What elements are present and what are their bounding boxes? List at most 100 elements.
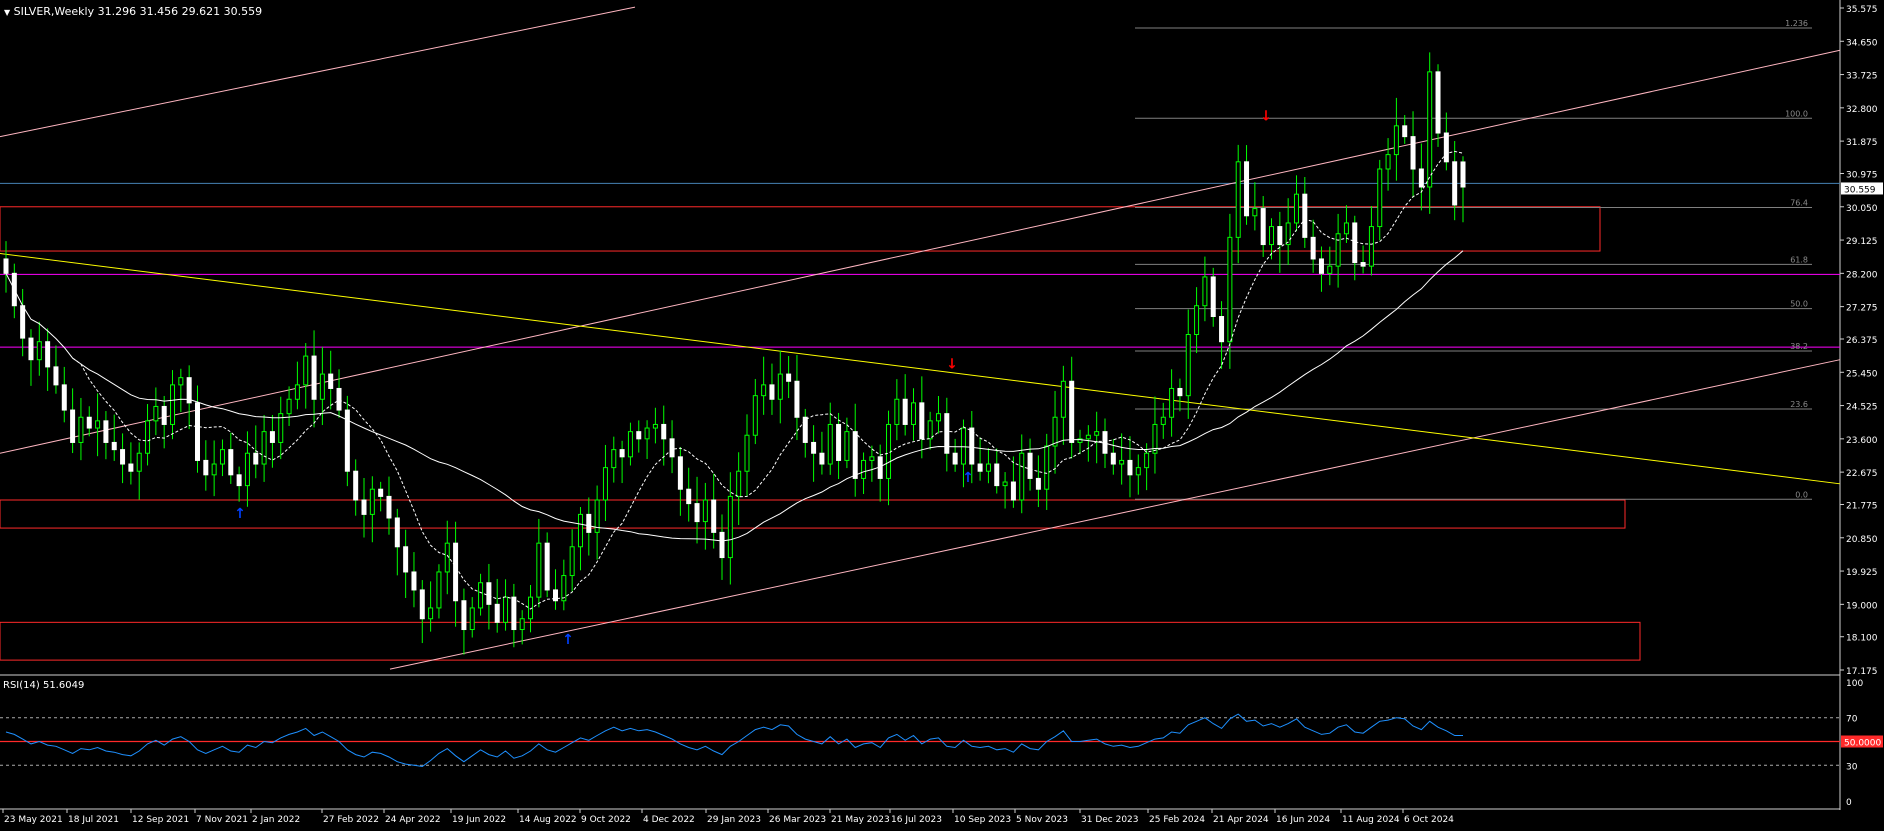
candle-body xyxy=(1418,168,1424,188)
candle-body xyxy=(1343,222,1349,235)
candle-body xyxy=(652,423,658,429)
candle-body xyxy=(861,459,867,479)
candle-body xyxy=(369,488,375,515)
sr-zone xyxy=(0,206,1601,252)
candle-body xyxy=(686,488,692,505)
candle-body xyxy=(960,427,966,465)
candle-body xyxy=(1269,226,1275,246)
candle-body xyxy=(103,420,109,443)
candle-body xyxy=(1160,416,1166,425)
candle-body xyxy=(1352,222,1358,264)
candle-body xyxy=(952,452,958,465)
time-tick-label: 24 Apr 2022 xyxy=(385,815,441,825)
candle-body xyxy=(711,499,717,533)
candle-body xyxy=(627,431,633,458)
time-tick-label: 10 Sep 2023 xyxy=(954,815,1011,825)
candle-body xyxy=(886,423,892,479)
time-tick-label: 25 Feb 2024 xyxy=(1149,815,1205,825)
candle-body xyxy=(719,531,725,559)
candle-body xyxy=(303,355,309,386)
price-tick-label: 33.725 xyxy=(1846,72,1878,82)
price-tick-label: 30.975 xyxy=(1846,171,1878,181)
candle-body xyxy=(869,456,875,461)
candle-body xyxy=(1460,161,1466,188)
candle-body xyxy=(228,449,234,476)
candle-body xyxy=(386,495,392,519)
candle-body xyxy=(1318,258,1324,274)
price-tick-label: 25.450 xyxy=(1846,369,1878,379)
candle-body xyxy=(1094,431,1100,436)
candle-body xyxy=(411,571,417,591)
candle-body xyxy=(95,420,101,429)
candle-body xyxy=(1310,236,1316,260)
candle-body xyxy=(619,449,625,458)
time-tick-label: 6 Oct 2024 xyxy=(1404,815,1454,825)
price-panel[interactable]: 35.575 34.650 33.725 32.800 31.875 30.975 30.0… xyxy=(0,0,1883,810)
candle-body xyxy=(819,452,825,465)
candle-body xyxy=(153,405,159,422)
candle-body xyxy=(1252,208,1258,217)
candle-body xyxy=(702,499,708,523)
downtrend-line xyxy=(0,253,1841,485)
time-tick-label: 7 Nov 2021 xyxy=(196,815,248,825)
candle-body xyxy=(311,355,317,400)
candle-body xyxy=(203,459,209,476)
candle-body xyxy=(1002,481,1008,487)
fib-level-label: 61.8 xyxy=(1790,255,1808,264)
candle-body xyxy=(1127,459,1133,476)
candle-body xyxy=(586,513,592,533)
candle-body xyxy=(544,542,550,591)
candle-body xyxy=(469,607,475,631)
rsi-tick-label: 70 xyxy=(1846,715,1858,725)
candle-body xyxy=(919,402,925,440)
candle-body xyxy=(461,600,467,631)
candle-body xyxy=(994,463,1000,487)
candle-body xyxy=(269,431,275,443)
time-tick-label: 26 Mar 2023 xyxy=(769,815,826,825)
candle-body xyxy=(761,384,767,397)
price-tick-label: 27.275 xyxy=(1846,304,1878,314)
candle-body xyxy=(1010,481,1016,501)
candle-body xyxy=(1377,168,1383,228)
candle-body xyxy=(1035,477,1041,490)
candle-body xyxy=(120,449,126,465)
rsi-line xyxy=(5,713,1463,768)
candle-body xyxy=(1385,154,1391,170)
candle-body xyxy=(178,377,184,386)
candle-body xyxy=(419,589,425,620)
collapse-triangle-icon[interactable]: ▼ xyxy=(4,8,10,17)
time-tick-label: 16 Jul 2023 xyxy=(891,815,942,825)
candle-body xyxy=(361,499,367,515)
candle-body xyxy=(1235,161,1241,238)
candle-body xyxy=(86,416,92,429)
candle-body xyxy=(769,384,775,400)
candle-body xyxy=(1102,431,1108,454)
candle-body xyxy=(328,373,334,389)
candle-body xyxy=(486,582,492,605)
candle-body xyxy=(236,474,242,487)
candle-body xyxy=(736,470,742,497)
candle-body xyxy=(927,420,933,440)
candle-body xyxy=(577,513,583,548)
chart-stage[interactable]: 35.575 34.650 33.725 32.800 31.875 30.975 30.0… xyxy=(0,0,1884,831)
candle-body xyxy=(503,596,509,623)
arrow-up-icon: ↑ xyxy=(962,470,974,486)
candle-body xyxy=(436,571,442,609)
candle-body xyxy=(1202,276,1208,307)
candle-body xyxy=(1219,316,1225,343)
candle-body xyxy=(611,449,617,469)
candle-body xyxy=(844,431,850,461)
candle-body xyxy=(1427,71,1433,188)
candle-body xyxy=(1443,132,1449,163)
candle-body xyxy=(3,258,9,274)
candle-body xyxy=(852,431,858,479)
rsi-panel[interactable]: 100 70 50.0000 30 0 xyxy=(0,679,1883,808)
arrow-down-icon: ↓ xyxy=(1260,108,1272,124)
candle-body xyxy=(20,305,26,339)
rsi-header: RSI(14) 51.6049 xyxy=(3,680,85,691)
candle-body xyxy=(536,542,542,598)
sr-zone xyxy=(0,621,1641,661)
candle-body xyxy=(836,423,842,461)
candle-body xyxy=(511,596,517,631)
candle-body xyxy=(244,452,250,487)
